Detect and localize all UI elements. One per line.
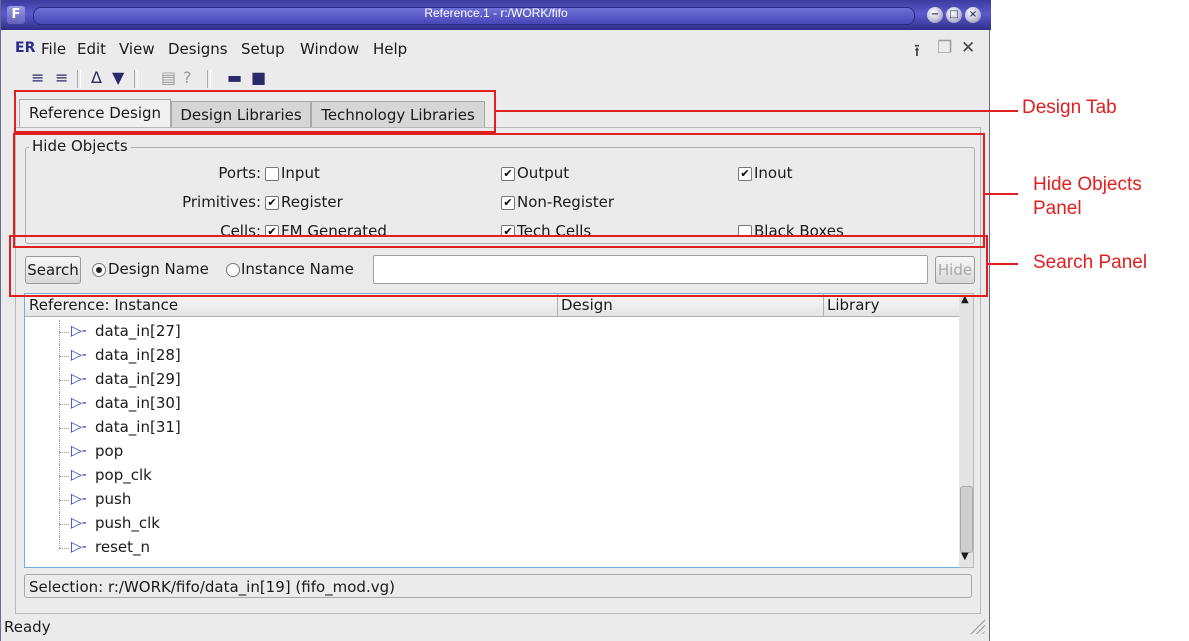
tree-guide <box>59 536 60 548</box>
row-label: data_in[31] <box>95 418 181 436</box>
toolbar-separator <box>134 70 138 88</box>
tree-header: Reference: Instance Design Library <box>25 294 959 317</box>
port-icon: ▷- <box>71 419 87 435</box>
tree-row[interactable]: ▷- pop_clk <box>25 464 959 488</box>
save-icon[interactable]: ■ <box>251 68 266 87</box>
tree-guide <box>59 404 69 405</box>
maximize-button[interactable]: □ <box>946 7 962 23</box>
close-icon[interactable]: ✕ <box>961 38 975 58</box>
menu-help[interactable]: Help <box>373 40 407 58</box>
tree-guide <box>59 500 69 501</box>
hide-objects-leader <box>985 193 1018 195</box>
tree-guide <box>59 524 69 525</box>
reference-down-icon[interactable]: ≡ <box>31 68 44 87</box>
port-icon: ▷- <box>71 491 87 507</box>
port-icon: ▷- <box>71 515 87 531</box>
menu-window[interactable]: Window <box>300 40 359 58</box>
port-icon: ▷- <box>71 539 87 555</box>
column-design[interactable]: Design <box>561 296 613 314</box>
selection-field: Selection: r:/WORK/fifo/data_in[19] (fif… <box>24 574 972 598</box>
column-separator[interactable] <box>557 294 558 316</box>
tree-guide <box>59 428 69 429</box>
scroll-thumb[interactable] <box>960 486 973 553</box>
tree-scrollbar[interactable]: ▲ ▼ <box>959 293 974 568</box>
resize-grip-icon[interactable] <box>967 616 985 634</box>
design-tab-highlight <box>14 90 496 133</box>
toolbar-separator <box>207 70 211 88</box>
report-icon[interactable]: ▤ <box>161 68 176 87</box>
tree-row[interactable]: ▷- push_clk <box>25 512 959 536</box>
row-label: pop <box>95 442 124 460</box>
minimize-button[interactable]: − <box>927 7 943 23</box>
scroll-down-icon[interactable]: ▼ <box>961 551 969 562</box>
title-bar[interactable]: F Reference.1 - r:/WORK/fifo − □ × <box>1 0 991 30</box>
tree-row[interactable]: ▷- pop <box>25 440 959 464</box>
tree-guide <box>59 452 69 453</box>
app-menu-icon[interactable]: ER <box>15 40 35 56</box>
tree-row[interactable]: ▷- data_in[30] <box>25 392 959 416</box>
menu-edit[interactable]: Edit <box>77 40 106 58</box>
row-label: push_clk <box>95 514 160 532</box>
toolbar: ≡ ≡ Δ ▼ ▤ ? ▬ ■ <box>1 66 989 92</box>
status-text: Ready <box>4 618 51 636</box>
port-icon: ▷- <box>71 467 87 483</box>
hide-objects-highlight <box>13 133 985 248</box>
search-panel-callout: Search Panel <box>1033 252 1148 273</box>
port-icon: ▷- <box>71 347 87 363</box>
filter-icon[interactable]: ▼ <box>112 68 124 87</box>
menu-designs[interactable]: Designs <box>168 40 228 58</box>
row-label: data_in[30] <box>95 394 181 412</box>
menu-bar: ER File Edit View Designs Setup Window H… <box>1 36 989 62</box>
tree-guide <box>59 356 69 357</box>
row-label: data_in[29] <box>95 370 181 388</box>
menu-view[interactable]: View <box>119 40 155 58</box>
port-icon: ▷- <box>71 371 87 387</box>
open-folder-icon[interactable]: ▬ <box>227 68 242 87</box>
search-panel-highlight <box>9 235 988 297</box>
row-label: data_in[27] <box>95 322 181 340</box>
search-panel-leader <box>988 263 1018 265</box>
column-reference-instance[interactable]: Reference: Instance <box>29 296 178 314</box>
row-label: data_in[28] <box>95 346 181 364</box>
help-icon[interactable]: ? <box>183 68 192 87</box>
tree-row[interactable]: ▷- data_in[27] <box>25 320 959 344</box>
tree-row[interactable]: ▷- reset_n <box>25 536 959 560</box>
design-tab-callout: Design Tab <box>1022 97 1117 118</box>
row-label: pop_clk <box>95 466 152 484</box>
tree-guide <box>59 476 69 477</box>
tree-row[interactable]: ▷- push <box>25 488 959 512</box>
row-label: reset_n <box>95 538 150 556</box>
tree-row[interactable]: ▷- data_in[28] <box>25 344 959 368</box>
port-icon: ▷- <box>71 323 87 339</box>
tree-guide <box>59 548 69 549</box>
tree-row[interactable]: ▷- data_in[29] <box>25 368 959 392</box>
detach-icon[interactable]: ⭱ <box>914 38 920 67</box>
close-window-button[interactable]: × <box>965 7 981 23</box>
restore-icon[interactable]: ❐ <box>937 38 952 58</box>
tree-guide <box>59 380 69 381</box>
binoculars-icon[interactable]: Δ <box>91 68 102 87</box>
toolbar-separator <box>77 70 81 88</box>
reference-instance-icon[interactable]: ≡ <box>55 68 68 87</box>
instance-tree[interactable]: Reference: Instance Design Library ▷- dat… <box>24 293 960 568</box>
row-label: push <box>95 490 132 508</box>
window-title: Reference.1 - r:/WORK/fifo <box>424 6 568 20</box>
menu-file[interactable]: File <box>41 40 66 58</box>
design-tab-leader <box>496 110 1018 112</box>
port-icon: ▷- <box>71 395 87 411</box>
hide-objects-callout: Hide Objects Panel <box>1033 174 1142 219</box>
menu-setup[interactable]: Setup <box>241 40 285 58</box>
tree-row[interactable]: ▷- data_in[31] <box>25 416 959 440</box>
port-icon: ▷- <box>71 443 87 459</box>
tree-guide <box>59 332 69 333</box>
column-library[interactable]: Library <box>827 296 879 314</box>
column-separator[interactable] <box>823 294 824 316</box>
